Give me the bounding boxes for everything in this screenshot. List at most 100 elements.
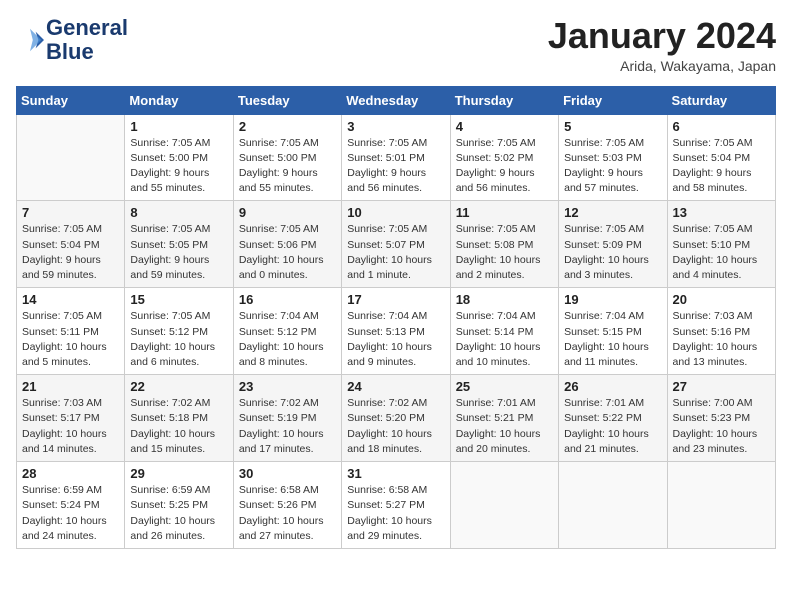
day-info: Sunrise: 7:04 AMSunset: 5:14 PMDaylight:… (456, 309, 553, 370)
calendar-cell (559, 462, 667, 549)
day-info: Sunrise: 7:00 AMSunset: 5:23 PMDaylight:… (673, 396, 770, 457)
calendar-cell: 30 Sunrise: 6:58 AMSunset: 5:26 PMDayligh… (233, 462, 341, 549)
day-number: 6 (673, 119, 770, 134)
day-info: Sunrise: 7:05 AMSunset: 5:12 PMDaylight:… (130, 309, 227, 370)
day-number: 28 (22, 466, 119, 481)
calendar-cell: 6 Sunrise: 7:05 AMSunset: 5:04 PMDaylight… (667, 114, 775, 201)
column-header-wednesday: Wednesday (342, 86, 450, 114)
title-block: January 2024 Arida, Wakayama, Japan (548, 16, 776, 74)
day-number: 20 (673, 292, 770, 307)
column-header-saturday: Saturday (667, 86, 775, 114)
day-number: 10 (347, 205, 444, 220)
calendar-header-row: SundayMondayTuesdayWednesdayThursdayFrid… (17, 86, 776, 114)
week-row-3: 14Sunrise: 7:05 AMSunset: 5:11 PMDayligh… (17, 288, 776, 375)
day-number: 12 (564, 205, 661, 220)
day-number: 27 (673, 379, 770, 394)
calendar-cell: 26 Sunrise: 7:01 AMSunset: 5:22 PMDayligh… (559, 375, 667, 462)
calendar-cell: 14Sunrise: 7:05 AMSunset: 5:11 PMDayligh… (17, 288, 125, 375)
day-info: Sunrise: 7:05 AMSunset: 5:04 PMDaylight:… (673, 136, 770, 197)
day-info: Sunrise: 7:05 AMSunset: 5:02 PMDaylight:… (456, 136, 553, 197)
day-info: Sunrise: 7:05 AMSunset: 5:04 PMDaylight:… (22, 222, 119, 283)
day-number: 26 (564, 379, 661, 394)
location: Arida, Wakayama, Japan (548, 58, 776, 74)
day-number: 9 (239, 205, 336, 220)
calendar-cell: 4Sunrise: 7:05 AMSunset: 5:02 PMDaylight… (450, 114, 558, 201)
calendar-cell: 11 Sunrise: 7:05 AMSunset: 5:08 PMDayligh… (450, 201, 558, 288)
day-number: 13 (673, 205, 770, 220)
logo: General Blue (16, 16, 128, 64)
logo-text: General Blue (46, 16, 128, 64)
calendar-cell: 10 Sunrise: 7:05 AMSunset: 5:07 PMDayligh… (342, 201, 450, 288)
day-info: Sunrise: 7:05 AMSunset: 5:10 PMDaylight:… (673, 222, 770, 283)
day-number: 24 (347, 379, 444, 394)
day-number: 11 (456, 205, 553, 220)
calendar-cell: 2 Sunrise: 7:05 AMSunset: 5:00 PMDaylight… (233, 114, 341, 201)
day-info: Sunrise: 7:05 AMSunset: 5:06 PMDaylight:… (239, 222, 336, 283)
calendar-cell (17, 114, 125, 201)
day-info: Sunrise: 7:05 AMSunset: 5:09 PMDaylight:… (564, 222, 661, 283)
calendar-cell: 22 Sunrise: 7:02 AMSunset: 5:18 PMDayligh… (125, 375, 233, 462)
day-info: Sunrise: 7:04 AMSunset: 5:15 PMDaylight:… (564, 309, 661, 370)
day-info: Sunrise: 7:05 AMSunset: 5:00 PMDaylight:… (239, 136, 336, 197)
day-number: 2 (239, 119, 336, 134)
day-info: Sunrise: 7:02 AMSunset: 5:18 PMDaylight:… (130, 396, 227, 457)
week-row-1: 1 Sunrise: 7:05 AMSunset: 5:00 PMDaylight… (17, 114, 776, 201)
calendar-cell: 5 Sunrise: 7:05 AMSunset: 5:03 PMDaylight… (559, 114, 667, 201)
calendar-table: SundayMondayTuesdayWednesdayThursdayFrid… (16, 86, 776, 549)
day-info: Sunrise: 7:05 AMSunset: 5:08 PMDaylight:… (456, 222, 553, 283)
day-info: Sunrise: 7:03 AMSunset: 5:17 PMDaylight:… (22, 396, 119, 457)
day-info: Sunrise: 7:05 AMSunset: 5:07 PMDaylight:… (347, 222, 444, 283)
calendar-cell: 28Sunrise: 6:59 AMSunset: 5:24 PMDayligh… (17, 462, 125, 549)
day-info: Sunrise: 7:02 AMSunset: 5:20 PMDaylight:… (347, 396, 444, 457)
day-number: 7 (22, 205, 119, 220)
calendar-cell: 8Sunrise: 7:05 AMSunset: 5:05 PMDaylight… (125, 201, 233, 288)
day-info: Sunrise: 7:05 AMSunset: 5:03 PMDaylight:… (564, 136, 661, 197)
calendar-cell: 16Sunrise: 7:04 AMSunset: 5:12 PMDayligh… (233, 288, 341, 375)
day-info: Sunrise: 7:05 AMSunset: 5:05 PMDaylight:… (130, 222, 227, 283)
day-number: 23 (239, 379, 336, 394)
calendar-cell: 17 Sunrise: 7:04 AMSunset: 5:13 PMDayligh… (342, 288, 450, 375)
day-number: 1 (130, 119, 227, 134)
calendar-cell: 23 Sunrise: 7:02 AMSunset: 5:19 PMDayligh… (233, 375, 341, 462)
day-number: 25 (456, 379, 553, 394)
day-number: 5 (564, 119, 661, 134)
day-info: Sunrise: 7:01 AMSunset: 5:22 PMDaylight:… (564, 396, 661, 457)
column-header-tuesday: Tuesday (233, 86, 341, 114)
calendar-cell: 29 Sunrise: 6:59 AMSunset: 5:25 PMDayligh… (125, 462, 233, 549)
day-info: Sunrise: 6:58 AMSunset: 5:26 PMDaylight:… (239, 483, 336, 544)
calendar-cell: 12 Sunrise: 7:05 AMSunset: 5:09 PMDayligh… (559, 201, 667, 288)
week-row-5: 28Sunrise: 6:59 AMSunset: 5:24 PMDayligh… (17, 462, 776, 549)
calendar-cell: 18 Sunrise: 7:04 AMSunset: 5:14 PMDayligh… (450, 288, 558, 375)
day-number: 21 (22, 379, 119, 394)
day-info: Sunrise: 7:04 AMSunset: 5:12 PMDaylight:… (239, 309, 336, 370)
day-number: 18 (456, 292, 553, 307)
calendar-cell: 3 Sunrise: 7:05 AMSunset: 5:01 PMDaylight… (342, 114, 450, 201)
day-number: 30 (239, 466, 336, 481)
logo-icon (16, 26, 44, 54)
day-number: 22 (130, 379, 227, 394)
day-number: 29 (130, 466, 227, 481)
month-title: January 2024 (548, 16, 776, 56)
day-number: 15 (130, 292, 227, 307)
day-info: Sunrise: 7:05 AMSunset: 5:00 PMDaylight:… (130, 136, 227, 197)
day-number: 19 (564, 292, 661, 307)
day-number: 17 (347, 292, 444, 307)
calendar-cell (450, 462, 558, 549)
day-number: 3 (347, 119, 444, 134)
day-info: Sunrise: 6:59 AMSunset: 5:25 PMDaylight:… (130, 483, 227, 544)
day-number: 31 (347, 466, 444, 481)
day-info: Sunrise: 7:03 AMSunset: 5:16 PMDaylight:… (673, 309, 770, 370)
day-info: Sunrise: 7:01 AMSunset: 5:21 PMDaylight:… (456, 396, 553, 457)
calendar-cell: 13 Sunrise: 7:05 AMSunset: 5:10 PMDayligh… (667, 201, 775, 288)
calendar-cell: 9 Sunrise: 7:05 AMSunset: 5:06 PMDaylight… (233, 201, 341, 288)
calendar-cell: 21 Sunrise: 7:03 AMSunset: 5:17 PMDayligh… (17, 375, 125, 462)
day-number: 14 (22, 292, 119, 307)
day-info: Sunrise: 7:04 AMSunset: 5:13 PMDaylight:… (347, 309, 444, 370)
calendar-cell: 25 Sunrise: 7:01 AMSunset: 5:21 PMDayligh… (450, 375, 558, 462)
week-row-4: 21 Sunrise: 7:03 AMSunset: 5:17 PMDayligh… (17, 375, 776, 462)
column-header-sunday: Sunday (17, 86, 125, 114)
calendar-cell: 15 Sunrise: 7:05 AMSunset: 5:12 PMDayligh… (125, 288, 233, 375)
calendar-cell: 20 Sunrise: 7:03 AMSunset: 5:16 PMDayligh… (667, 288, 775, 375)
day-info: Sunrise: 7:02 AMSunset: 5:19 PMDaylight:… (239, 396, 336, 457)
day-info: Sunrise: 7:05 AMSunset: 5:01 PMDaylight:… (347, 136, 444, 197)
